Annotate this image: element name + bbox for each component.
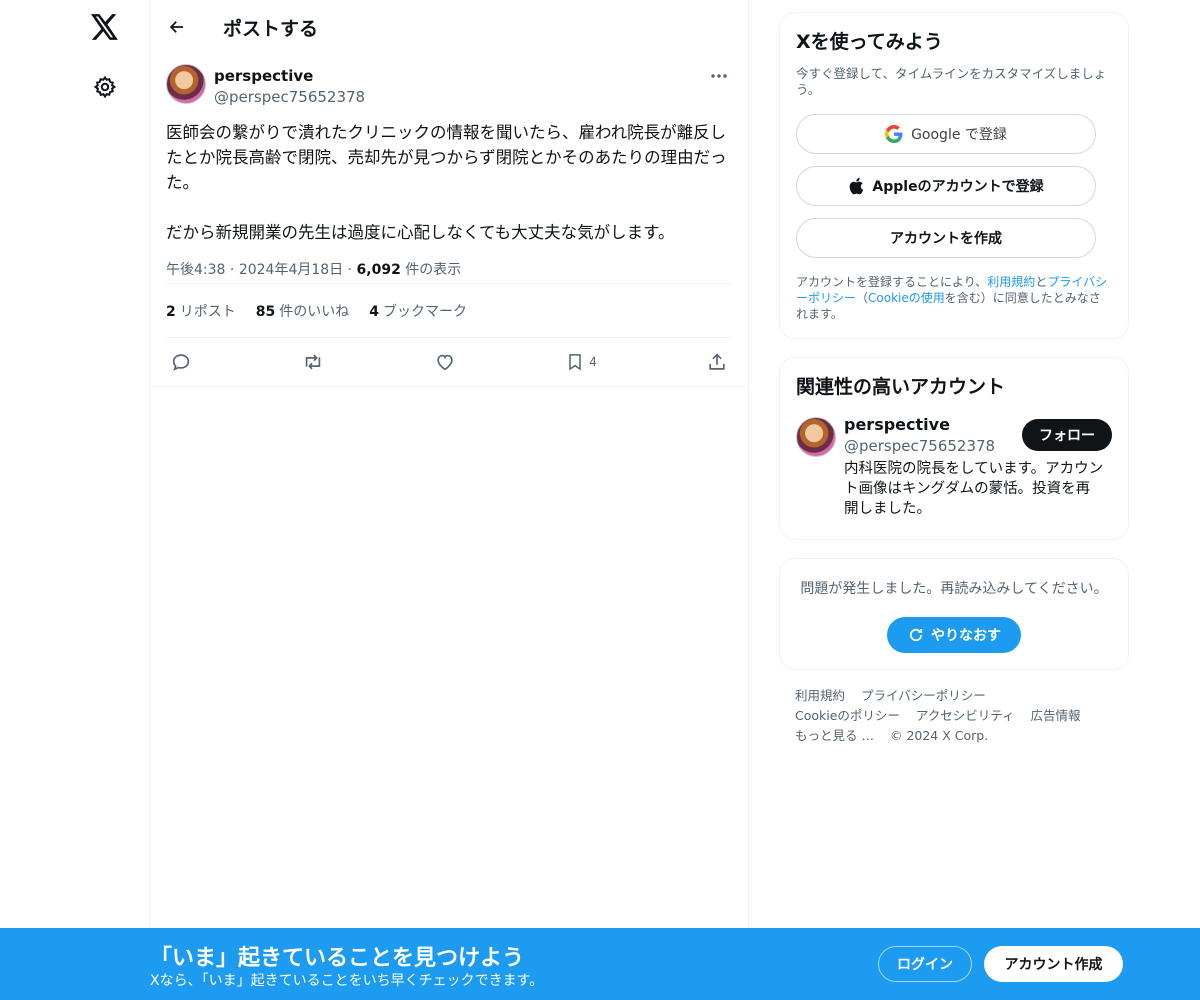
x-logo-icon[interactable] [88, 10, 122, 44]
post-meta: 午後4:38 · 2024年4月18日 · 6,092 件の表示 [166, 259, 732, 283]
google-signup-label: Google で登録 [911, 127, 1007, 143]
apple-icon [850, 177, 864, 195]
repost-icon[interactable] [301, 351, 325, 373]
bookmarks-count: 4 [369, 303, 379, 320]
bookmarks-stat[interactable]: 4 ブックマーク [369, 301, 467, 321]
bookmark-icon [569, 354, 581, 371]
post-date[interactable]: 2024年4月18日 [239, 262, 343, 278]
author-name[interactable]: perspective [214, 67, 313, 85]
signup-card-title: Xを使ってみよう [796, 31, 943, 53]
likes-stat[interactable]: 85 件のいいね [256, 301, 349, 321]
share-icon[interactable] [706, 351, 728, 373]
left-nav [0, 0, 150, 1000]
create-account-button[interactable]: アカウントを作成 [796, 218, 1096, 258]
login-button[interactable]: ログイン [878, 946, 972, 982]
follow-button[interactable]: フォロー [1022, 419, 1112, 451]
terms-notice: アカウントを登録することにより、利用規約とプライバシーポリシー（Cookieの使… [796, 274, 1112, 322]
banner-title: 「いま」起きていることを見つけよう [150, 946, 525, 971]
signup-card-subtitle: 今すぐ登録して、タイムラインをカスタマイズしましょう。 [796, 66, 1107, 97]
main-column: ポストする perspective @perspec75652378 医師会の繋… [149, 0, 749, 930]
google-icon [885, 125, 903, 143]
like-heart-icon[interactable] [434, 351, 456, 373]
related-accounts-card: 関連性の高いアカウント perspective @perspec75652378… [779, 357, 1129, 540]
footer-copyright: © 2024 X Corp. [889, 728, 989, 743]
reply-icon[interactable] [170, 351, 192, 373]
terms-text: アカウントを登録することにより、 [796, 275, 988, 289]
page-header: ポストする [150, 0, 748, 54]
post-time[interactable]: 午後4:38 [166, 262, 225, 278]
cookie-link[interactable]: Cookieの使用 [868, 291, 945, 305]
bottom-signup-banner: 「いま」起きていることを見つけよう Xなら、「いま」起きていることをいち早くチェ… [0, 928, 1200, 1000]
create-account-label: アカウントを作成 [890, 231, 1002, 247]
refresh-icon [909, 628, 923, 642]
back-arrow-icon[interactable] [164, 14, 190, 40]
banner-subtitle: Xなら、「いま」起きていることをいち早くチェックできます。 [150, 973, 544, 989]
separator-dot: · [229, 262, 239, 278]
avatar[interactable] [166, 64, 206, 104]
likes-label: 件のいいね [279, 303, 350, 320]
related-account[interactable]: perspective @perspec75652378 フォロー 内科医院の院… [796, 413, 1112, 523]
right-sidebar: Xを使ってみよう 今すぐ登録して、タイムラインをカスタマイズしましょう。 Goo… [779, 12, 1129, 746]
footer-ads-link[interactable]: 広告情報 [1031, 708, 1081, 723]
error-card: 問題が発生しました。再読み込みしてください。 やりなおす [779, 558, 1129, 670]
footer-more-link[interactable]: もっと見る … [795, 728, 874, 743]
page-title: ポストする [223, 18, 319, 40]
post: perspective @perspec75652378 医師会の繋がりで潰れた… [150, 54, 748, 387]
post-text: 医師会の繋がりで潰れたクリニックの情報を聞いたら、雇われ院長が離反したとか院長高… [166, 123, 727, 242]
related-account-bio: 内科医院の院長をしています。アカウント画像はキングダムの蒙恬。投資を再開しました… [844, 461, 1104, 517]
divider [150, 386, 748, 387]
footer-terms-link[interactable]: 利用規約 [795, 688, 845, 703]
terms-text: （ [856, 291, 869, 305]
apple-signup-label: Appleのアカウントで登録 [872, 179, 1044, 195]
related-account-handle[interactable]: @perspec75652378 [844, 437, 995, 455]
apple-signup-button[interactable]: Appleのアカウントで登録 [796, 166, 1096, 206]
footer-accessibility-link[interactable]: アクセシビリティ [916, 708, 1015, 723]
signup-button[interactable]: アカウント作成 [984, 946, 1123, 982]
views-count: 6,092 [356, 262, 401, 278]
related-card-title: 関連性の高いアカウント [796, 376, 1006, 398]
signup-card: Xを使ってみよう 今すぐ登録して、タイムラインをカスタマイズしましょう。 Goo… [779, 12, 1129, 339]
terms-link[interactable]: 利用規約 [987, 275, 1035, 289]
views-label: 件の表示 [405, 262, 462, 278]
post-stats: 2 リポスト 85 件のいいね 4 ブックマーク [166, 284, 732, 337]
reposts-label: リポスト [179, 303, 236, 320]
footer-cookie-link[interactable]: Cookieのポリシー [795, 708, 900, 723]
settings-gear-icon[interactable] [90, 72, 120, 102]
google-signup-button[interactable]: Google で登録 [796, 114, 1096, 154]
terms-text: と [1035, 275, 1048, 289]
bookmark-action[interactable]: 4 [565, 351, 597, 373]
reposts-stat[interactable]: 2 リポスト [166, 301, 236, 321]
bookmarks-label: ブックマーク [382, 303, 467, 320]
separator-dot: · [347, 262, 357, 278]
retry-label: やりなおす [931, 628, 1001, 644]
retry-button[interactable]: やりなおす [887, 617, 1021, 653]
post-actions: 4 [166, 338, 732, 386]
avatar[interactable] [796, 417, 836, 457]
related-account-name[interactable]: perspective [844, 415, 950, 434]
reposts-count: 2 [166, 303, 176, 320]
bookmark-count: 4 [589, 355, 597, 369]
likes-count: 85 [255, 303, 276, 320]
error-message: 問題が発生しました。再読み込みしてください。 [800, 581, 1108, 597]
more-options-icon[interactable] [706, 66, 732, 86]
post-author-row: perspective @perspec75652378 [166, 54, 732, 108]
sidebar-footer: 利用規約 プライバシーポリシー Cookieのポリシー アクセシビリティ 広告情… [779, 686, 1129, 746]
author-handle[interactable]: @perspec75652378 [214, 88, 365, 106]
footer-privacy-link[interactable]: プライバシーポリシー [861, 688, 986, 703]
